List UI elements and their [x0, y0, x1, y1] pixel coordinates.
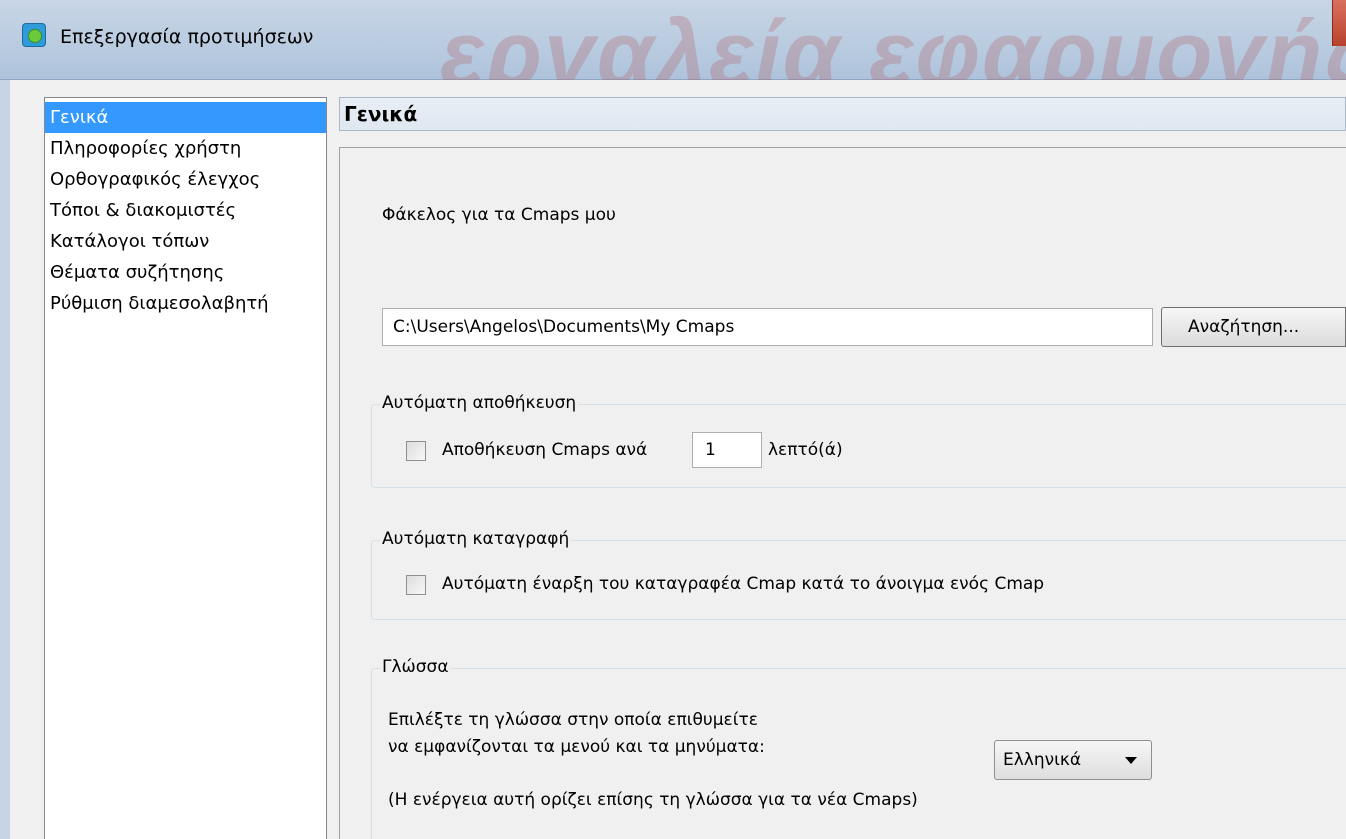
sidebar-item[interactable]: Γενικά	[45, 102, 326, 133]
autorecord-group-title: Αυτόματη καταγραφή	[380, 529, 572, 549]
autorecord-checkbox[interactable]	[406, 575, 426, 595]
sidebar-item[interactable]: Κατάλογοι τόπων	[45, 226, 326, 257]
title-bar[interactable]: εργαλεία εφαρμογής Cm Επεξεργασία προτιμ…	[0, 0, 1346, 105]
app-icon	[22, 23, 46, 47]
window-title: Επεξεργασία προτιμήσεων	[60, 26, 314, 48]
sidebar-item[interactable]: Θέματα συζήτησης	[45, 257, 326, 288]
autosave-unit-label: λεπτό(ά)	[768, 440, 843, 460]
panel-header: Γενικά	[339, 97, 1346, 131]
folder-label: Φάκελος για τα Cmaps μου	[382, 205, 616, 225]
category-list[interactable]: Γενικά Πληροφορίες χρήστη Ορθογραφικός έλε…	[44, 97, 327, 839]
sidebar-item[interactable]: Τόποι & διακομιστές	[45, 195, 326, 226]
language-prompt-line2: να εμφανίζονται τα μενού και τα μηνύματα…	[388, 737, 765, 757]
autosave-group-title: Αυτόματη αποθήκευση	[380, 393, 579, 413]
autosave-minutes-input[interactable]: 1	[692, 432, 762, 468]
language-note: (Η ενέργεια αυτή ορίζει επίσης τη γλώσσα…	[388, 790, 918, 810]
panel-spacer	[339, 131, 1346, 147]
sidebar-item[interactable]: Ρύθμιση διαμεσολαβητή	[45, 288, 326, 319]
panel-title: Γενικά	[344, 102, 418, 126]
language-select[interactable]: Ελληνικά	[994, 740, 1152, 780]
autorecord-checkbox-label: Αυτόματη έναρξη του καταγραφέα Cmap κατά…	[442, 574, 1045, 594]
browse-button[interactable]: Αναζήτηση...	[1161, 307, 1346, 347]
language-group-title: Γλώσσα	[380, 657, 451, 677]
language-prompt-line1: Επιλέξτε τη γλώσσα στην οποία επιθυμείτε	[388, 710, 758, 730]
window-frame-left-inner	[10, 80, 44, 839]
autosave-checkbox[interactable]	[406, 441, 426, 461]
window-frame-top	[0, 80, 1346, 98]
sidebar-item[interactable]: Ορθογραφικός έλεγχος	[45, 164, 326, 195]
close-button[interactable]	[1332, 0, 1346, 46]
chevron-down-icon	[1125, 757, 1137, 764]
splitter[interactable]	[327, 97, 339, 839]
window-frame-left	[0, 80, 10, 839]
sidebar-item[interactable]: Πληροφορίες χρήστη	[45, 133, 326, 164]
language-select-value: Ελληνικά	[1003, 750, 1082, 770]
cmaps-folder-input[interactable]	[382, 308, 1153, 346]
autosave-checkbox-label: Αποθήκευση Cmaps ανά	[442, 440, 648, 460]
